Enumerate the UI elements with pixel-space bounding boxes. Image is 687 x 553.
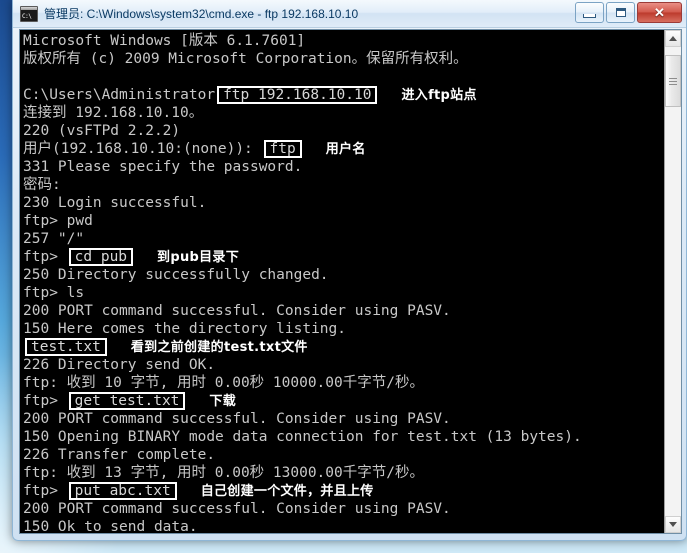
highlighted-command: ftp 192.168.10.10 (217, 86, 378, 104)
console-line-prefix: 用户(192.168.10.10:(none)): (23, 141, 262, 157)
console-line-text: ftp: 收到 10 字节, 用时 0.00秒 10000.00千字节/秒。 (23, 375, 424, 391)
console-line-text: 331 Please specify the password. (23, 159, 303, 175)
console-output[interactable]: Microsoft Windows [版本 6.1.7601] 版权所有 (c) … (20, 30, 664, 533)
close-icon: ✕ (654, 5, 665, 20)
console-line-text: 200 PORT command successful. Consider us… (23, 411, 451, 427)
console-line: ftp: 收到 10 字节, 用时 0.00秒 10000.00千字节/秒。 (23, 374, 664, 392)
console-line: Microsoft Windows [版本 6.1.7601] (23, 32, 664, 50)
annotation-text: 自己创建一个文件，并且上传 (200, 484, 374, 499)
console-line: ftp: 收到 13 字节, 用时 0.00秒 13000.00千字节/秒。 (23, 464, 664, 482)
console-line-text: 200 PORT command successful. Consider us… (23, 303, 451, 319)
console-line: 257 "/" (23, 230, 664, 248)
annotation-text: 下载 (209, 394, 237, 409)
console-line: 150 Ok to send data. (23, 518, 664, 533)
console-line: ftp> cd pub 到pub目录下 (23, 248, 664, 266)
highlighted-command: test.txt (25, 338, 107, 356)
console-line-text: 257 "/" (23, 231, 85, 247)
console-line: 连接到 192.168.10.10。 (23, 104, 664, 122)
console-line: 226 Transfer complete. (23, 446, 664, 464)
maximize-button[interactable] (606, 2, 635, 23)
console-line-text: 密码: (23, 177, 61, 193)
annotation-text: 看到之前创建的test.txt文件 (130, 340, 308, 355)
cmd-window: C:\ 管理员: C:\Windows\system32\cmd.exe - f… (12, 0, 687, 541)
console-line-text: 226 Transfer complete. (23, 447, 216, 463)
console-line: ftp> ls (23, 284, 664, 302)
scrollbar-grip-icon (669, 77, 677, 85)
console-line: 230 Login successful. (23, 194, 664, 212)
console-line: 331 Please specify the password. (23, 158, 664, 176)
console-line: ftp> put abc.txt 自己创建一个文件，并且上传 (23, 482, 664, 500)
console-line-text: 150 Here comes the directory listing. (23, 321, 347, 337)
window-titlebar[interactable]: C:\ 管理员: C:\Windows\system32\cmd.exe - f… (13, 0, 686, 28)
console-line-text: 连接到 192.168.10.10。 (23, 105, 204, 121)
highlighted-command: get test.txt (68, 392, 186, 410)
close-button[interactable]: ✕ (637, 2, 682, 23)
console-line: test.txt 看到之前创建的test.txt文件 (23, 338, 664, 356)
console-line: 200 PORT command successful. Consider us… (23, 410, 664, 428)
console-line: ftp> get test.txt 下载 (23, 392, 664, 410)
console-line: 200 PORT command successful. Consider us… (23, 500, 664, 518)
maximize-icon (615, 8, 626, 17)
console-line-text: 200 PORT command successful. Consider us… (23, 501, 451, 517)
console-line: 版权所有 (c) 2009 Microsoft Corporation。保留所有… (23, 50, 664, 68)
console-line-prefix: ftp> (23, 249, 67, 265)
minimize-button[interactable] (575, 2, 604, 23)
annotation-text: 到pub目录下 (157, 250, 240, 265)
console-line: ftp> pwd (23, 212, 664, 230)
console-line-text: 250 Directory successfully changed. (23, 267, 329, 283)
console-line-prefix: ftp> (23, 393, 67, 409)
scrollbar-track[interactable] (665, 47, 681, 516)
console-line-prefix: C:\Users\Administrator (23, 87, 216, 103)
console-line-text: 226 Directory send OK. (23, 357, 216, 373)
console-scrollbar[interactable] (664, 30, 681, 533)
minimize-icon (583, 13, 596, 18)
console-line-text: 220 (vsFTPd 2.2.2) (23, 123, 181, 139)
console-line-text: 230 Login successful. (23, 195, 207, 211)
console-line-text: ftp: 收到 13 字节, 用时 0.00秒 13000.00千字节/秒。 (23, 465, 424, 481)
console-line: 用户(192.168.10.10:(none)): ftp 用户名 (23, 140, 664, 158)
console-line: 150 Here comes the directory listing. (23, 320, 664, 338)
highlighted-command: put abc.txt (68, 482, 177, 500)
scroll-up-arrow-icon[interactable] (665, 30, 681, 47)
scroll-down-arrow-icon[interactable] (665, 516, 681, 533)
highlighted-command: cd pub (68, 248, 134, 266)
cmd-icon: C:\ (20, 5, 38, 22)
highlighted-command: ftp (263, 140, 302, 158)
cmd-icon-glyph: C:\ (22, 12, 32, 20)
console-line: 密码: (23, 176, 664, 194)
window-title: 管理员: C:\Windows\system32\cmd.exe - ftp 1… (44, 7, 359, 21)
console-line-text: 版权所有 (c) 2009 Microsoft Corporation。保留所有… (23, 51, 468, 67)
console-line-text: Microsoft Windows [版本 6.1.7601] (23, 33, 306, 49)
console-line: 226 Directory send OK. (23, 356, 664, 374)
console-line-text: ftp> pwd (23, 213, 93, 229)
console-line-text: 150 Ok to send data. (23, 519, 198, 533)
console-line: 220 (vsFTPd 2.2.2) (23, 122, 664, 140)
console-line: 250 Directory successfully changed. (23, 266, 664, 284)
window-controls: ✕ (575, 2, 682, 23)
console-line: 150 Opening BINARY mode data connection … (23, 428, 664, 446)
console-line: 200 PORT command successful. Consider us… (23, 302, 664, 320)
annotation-text: 进入ftp站点 (401, 88, 477, 103)
console-line-prefix: ftp> (23, 483, 67, 499)
annotation-text: 用户名 (325, 142, 366, 157)
console-client-area: Microsoft Windows [版本 6.1.7601] 版权所有 (c) … (19, 29, 682, 534)
scrollbar-thumb[interactable] (665, 55, 681, 107)
console-line-text: ftp> ls (23, 285, 85, 301)
console-line-text: 150 Opening BINARY mode data connection … (23, 429, 582, 445)
console-line: C:\Users\Administrator ftp 192.168.10.10 进… (23, 86, 664, 104)
